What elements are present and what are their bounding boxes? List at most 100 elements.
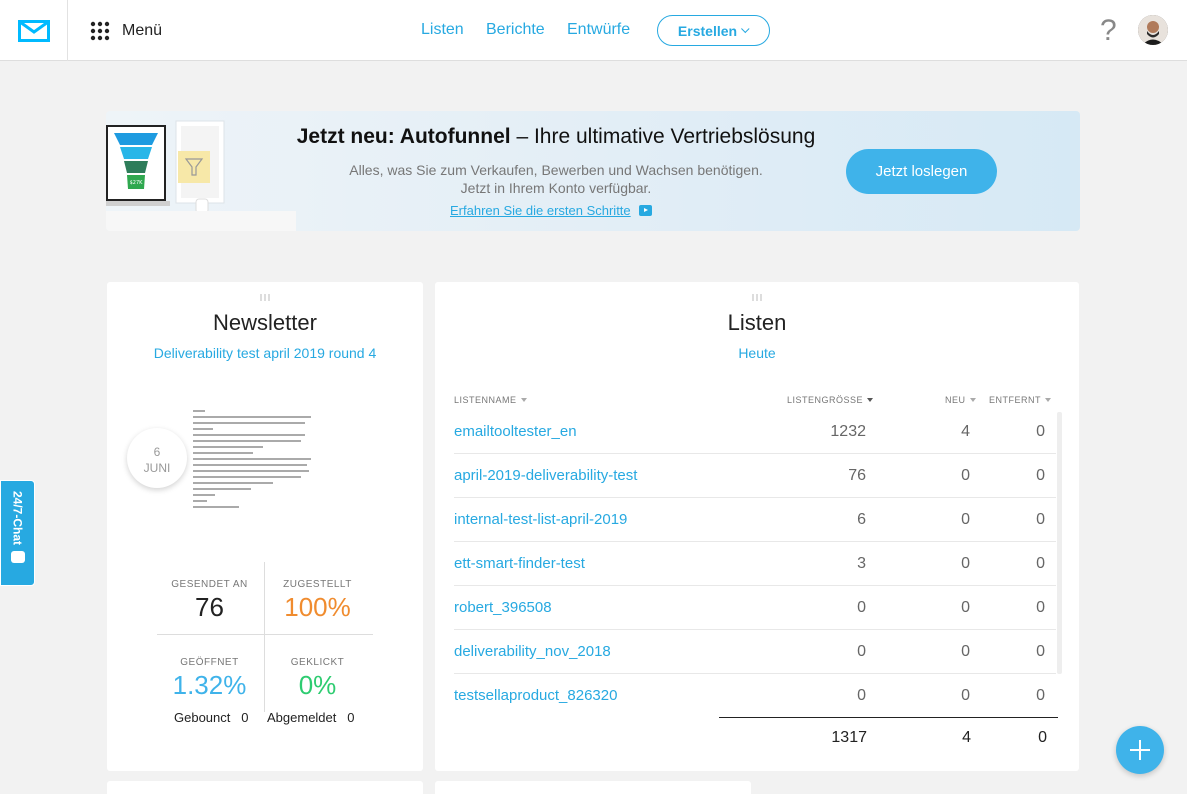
list-size: 0 [857,687,866,704]
list-new: 4 [961,423,970,440]
autofunnel-banner: $27K Jetzt neu: Autofunnel – Ihre ultima… [106,111,1080,231]
list-removed: 0 [1036,423,1045,440]
banner-link-label: Erfahren Sie die ersten Schritte [450,203,631,218]
sort-arrow-icon [867,398,874,402]
chat-tab[interactable]: 24/7-Chat [0,480,35,586]
column-header-new-label: NEU [945,395,966,405]
sort-arrow-icon [969,398,976,402]
help-icon[interactable]: ? [1100,14,1117,48]
list-new: 0 [961,511,970,528]
unsubscribed-stat: Abgemeldet 0 [267,710,354,725]
sort-arrow-icon [1045,398,1051,402]
lists-period[interactable]: Heute [435,345,1079,361]
drag-handle-icon[interactable] [260,294,270,301]
unsubscribed-value: 0 [347,710,355,725]
delivered-label: ZUGESTELLT [283,579,352,590]
list-new: 0 [961,599,970,616]
clicked-label: GEKLICKT [290,657,345,668]
create-button-label: Erstellen [677,22,738,39]
list-name-link[interactable]: testsellaproduct_826320 [454,687,617,704]
totals-divider [719,717,1058,718]
table-row: april-2019-deliverability-test 76 0 0 [454,454,1056,498]
total-new: 4 [962,729,971,746]
list-size: 6 [857,511,866,528]
clicked-value: 0% [298,670,337,700]
list-size: 76 [848,467,866,484]
grid-menu-icon [90,21,110,41]
bounced-value: 0 [241,710,249,725]
list-name-link[interactable]: emailtooltester_en [454,423,577,440]
table-row: deliverability_nov_2018 0 0 0 [454,630,1056,674]
column-header-removed[interactable]: ENTFERNT [989,395,1051,405]
column-header-listname[interactable]: LISTENNAME [454,395,527,405]
newsletter-title: Newsletter [213,310,317,335]
table-scrollbar[interactable] [1057,412,1062,674]
nav-lists[interactable]: Listen [421,21,464,39]
banner-learn-link[interactable]: Erfahren Sie die ersten Schritte [450,203,652,218]
list-name-link[interactable]: april-2019-deliverability-test [454,467,637,484]
lists-card: Listen Heute LISTENNAME LISTENGRÖSSE NEU… [435,282,1079,771]
opened-value: 1.32% [172,670,247,700]
list-size: 0 [857,643,866,660]
chevron-down-icon [741,24,750,33]
list-name-link[interactable]: robert_396508 [454,599,552,616]
banner-title-bold: Jetzt neu: Autofunnel [296,125,511,148]
column-header-listsize-label: LISTENGRÖSSE [787,395,864,405]
banner-subtitle-line-1: Alles, was Sie zum Verkaufen, Bewerben u… [349,162,763,178]
table-row: internal-test-list-april-2019 6 0 0 [454,498,1056,542]
column-header-new[interactable]: NEU [945,395,976,405]
menu-label: Menü [122,22,163,39]
list-name-link[interactable]: internal-test-list-april-2019 [454,511,627,528]
widget-card [435,781,751,794]
list-removed: 0 [1036,467,1045,484]
send-date-badge: 6 JUNI [127,428,187,488]
funnel-value: $27K [130,180,144,186]
play-video-icon [638,205,652,216]
banner-title: Jetzt neu: Autofunnel – Ihre ultimative … [281,125,831,149]
list-new: 0 [961,643,970,660]
create-button[interactable]: Erstellen [657,15,770,46]
sort-arrow-icon [520,398,527,402]
list-size: 3 [857,555,866,572]
list-size: 0 [857,599,866,616]
drag-handle-icon[interactable] [752,294,762,301]
list-removed: 0 [1036,643,1045,660]
unsubscribed-label: Abgemeldet [267,710,337,725]
table-row: robert_396508 0 0 0 [454,586,1056,630]
user-photo-icon [1138,15,1168,45]
table-row: emailtooltester_en 1232 4 0 [454,410,1056,454]
avatar[interactable] [1138,15,1168,45]
total-size: 1317 [831,729,867,746]
get-started-button[interactable]: Jetzt loslegen [846,149,997,194]
newsletter-card: Newsletter Deliverability test april 201… [107,282,423,771]
newsletter-preview-thumbnail[interactable] [193,410,337,515]
logo[interactable] [0,0,68,61]
list-removed: 0 [1036,511,1045,528]
table-row: testsellaproduct_826320 0 0 0 [454,674,1056,718]
stats-divider-horizontal [157,634,373,635]
list-new: 0 [961,555,970,572]
sent-label: GESENDET AN [171,579,248,590]
list-removed: 0 [1036,555,1045,572]
list-name-link[interactable]: ett-smart-finder-test [454,555,585,572]
list-new: 0 [961,467,970,484]
add-plus-icon[interactable] [1116,726,1164,774]
widget-card [107,781,423,794]
column-header-listsize[interactable]: LISTENGRÖSSE [787,395,874,405]
banner-subtitle: Alles, was Sie zum Verkaufen, Bewerben u… [281,161,831,197]
bounced-label: Gebounct [174,710,231,725]
nav-reports[interactable]: Berichte [486,21,545,39]
bounced-stat: Gebounct 0 [174,710,248,725]
table-row: ett-smart-finder-test 3 0 0 [454,542,1056,586]
menu-button[interactable]: Menü [90,18,162,44]
nav-drafts[interactable]: Entwürfe [567,21,630,39]
list-name-link[interactable]: deliverability_nov_2018 [454,643,611,660]
list-removed: 0 [1036,687,1045,704]
sent-value: 76 [195,592,224,622]
autofunnel-illustration: $27K [106,120,296,231]
list-size: 1232 [830,423,866,440]
banner-title-rest: – Ihre ultimative Vertriebslösung [510,125,816,148]
column-header-listname-label: LISTENNAME [454,395,517,405]
newsletter-name-link[interactable]: Deliverability test april 2019 round 4 [107,345,423,361]
chat-label: 24/7-Chat [10,491,25,546]
